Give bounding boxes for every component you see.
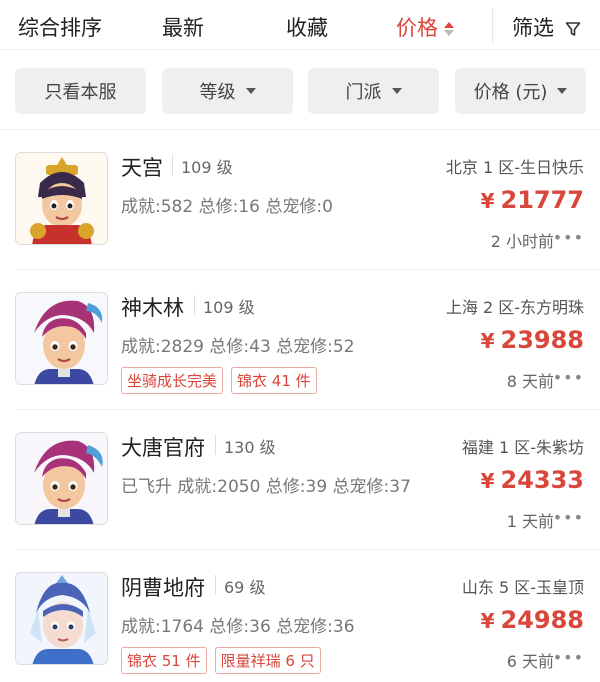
listing-time: 1 天前 — [506, 512, 554, 531]
filter-chip-price[interactable]: 价格 (元) — [455, 68, 586, 114]
character-stats: 已飞升 成就:2050 总修:39 总宠修:37 — [121, 477, 411, 497]
price-value: 23988 — [500, 326, 585, 354]
sort-tab-price[interactable]: 价格 — [396, 12, 454, 42]
caret-down-icon — [557, 88, 568, 94]
character-avatar-icon — [15, 432, 108, 525]
character-level: 109 级 — [203, 298, 255, 317]
currency-symbol: ¥ — [480, 469, 495, 493]
filter-bar: 只看本服 等级 门派 价格 (元) — [0, 50, 600, 130]
server-name: 北京 1 区-生日快乐 — [445, 158, 584, 177]
sort-tab-newest[interactable]: 最新 — [162, 12, 204, 42]
caret-down-icon — [391, 88, 402, 94]
tag-badge: 限量祥瑞 6 只 — [214, 647, 321, 674]
sort-tab-favorites[interactable]: 收藏 — [286, 12, 328, 42]
character-school: 大唐官府 — [121, 436, 205, 460]
more-options-icon[interactable]: ••• — [553, 648, 584, 667]
funnel-icon — [565, 22, 580, 36]
listing-item[interactable]: 大唐官府 130 级 福建 1 区-朱紫坊 已飞升 成就:2050 总修:39 … — [0, 410, 600, 550]
sort-bar: 综合排序 最新 收藏 价格 筛选 — [0, 0, 600, 50]
more-options-icon[interactable]: ••• — [553, 508, 584, 527]
filter-chip-label: 门派 — [345, 82, 382, 103]
character-school: 阴曹地府 — [121, 576, 205, 600]
listing-price: ¥24333 — [481, 466, 584, 494]
listing-item[interactable]: 神木林 109 级 上海 2 区-东方明珠 成就:2829 总修:43 总宠修:… — [0, 270, 600, 410]
filter-button[interactable]: 筛选 — [512, 12, 581, 42]
character-avatar-icon — [15, 572, 108, 665]
currency-symbol: ¥ — [480, 329, 495, 353]
sort-direction-icon — [444, 21, 454, 37]
listing-time: 6 天前 — [506, 652, 554, 671]
price-value: 21777 — [500, 186, 585, 214]
listing-time: 8 天前 — [506, 372, 554, 391]
listing-price: ¥24988 — [481, 606, 584, 634]
caret-down-icon — [245, 88, 256, 94]
character-level: 69 级 — [224, 578, 266, 597]
listing-time: 2 小时前 — [490, 232, 554, 251]
character-avatar-icon — [15, 292, 108, 385]
filter-chip-label: 价格 (元) — [473, 82, 548, 103]
more-options-icon[interactable]: ••• — [553, 368, 584, 387]
filter-chip-this-server[interactable]: 只看本服 — [15, 68, 146, 114]
tag-badge: 锦衣 41 件 — [231, 367, 317, 394]
listing-item[interactable]: 天宫 109 级 北京 1 区-生日快乐 成就:582 总修:16 总宠修:0 … — [0, 130, 600, 270]
filter-label: 筛选 — [512, 16, 554, 40]
server-name: 山东 5 区-玉皇顶 — [461, 578, 584, 597]
level-divider — [215, 435, 216, 455]
character-school: 神木林 — [121, 296, 184, 320]
character-stats: 成就:582 总修:16 总宠修:0 — [121, 197, 333, 217]
tag-badge: 坐骑成长完美 — [121, 367, 224, 394]
listing-item[interactable]: 阴曹地府 69 级 山东 5 区-玉皇顶 成就:1764 总修:36 总宠修:3… — [0, 550, 600, 682]
level-divider — [215, 575, 216, 595]
character-stats: 成就:1764 总修:36 总宠修:36 — [121, 617, 355, 637]
sort-tab-price-label: 价格 — [396, 16, 438, 40]
server-name: 上海 2 区-东方明珠 — [445, 298, 584, 317]
server-name: 福建 1 区-朱紫坊 — [461, 438, 584, 457]
character-level: 109 级 — [181, 158, 233, 177]
level-divider — [172, 155, 173, 175]
character-school: 天宫 — [121, 156, 163, 180]
filter-chip-level[interactable]: 等级 — [162, 68, 293, 114]
character-avatar-icon — [15, 152, 108, 245]
character-stats: 成就:2829 总修:43 总宠修:52 — [121, 337, 355, 357]
listing-price: ¥21777 — [481, 186, 584, 214]
tag-list: 坐骑成长完美 锦衣 41 件 — [121, 367, 317, 394]
currency-symbol: ¥ — [480, 609, 495, 633]
character-level: 130 级 — [224, 438, 276, 457]
currency-symbol: ¥ — [480, 189, 495, 213]
more-options-icon[interactable]: ••• — [553, 228, 584, 247]
filter-chip-school[interactable]: 门派 — [308, 68, 439, 114]
sort-tab-comprehensive[interactable]: 综合排序 — [18, 12, 102, 42]
price-value: 24988 — [500, 606, 585, 634]
listing-price: ¥23988 — [481, 326, 584, 354]
price-value: 24333 — [500, 466, 585, 494]
filter-chip-label: 只看本服 — [44, 82, 117, 103]
level-divider — [194, 295, 195, 315]
sort-divider — [492, 8, 493, 44]
tag-list: 锦衣 51 件 限量祥瑞 6 只 — [121, 647, 321, 674]
filter-chip-label: 等级 — [199, 82, 236, 103]
tag-badge: 锦衣 51 件 — [121, 647, 207, 674]
